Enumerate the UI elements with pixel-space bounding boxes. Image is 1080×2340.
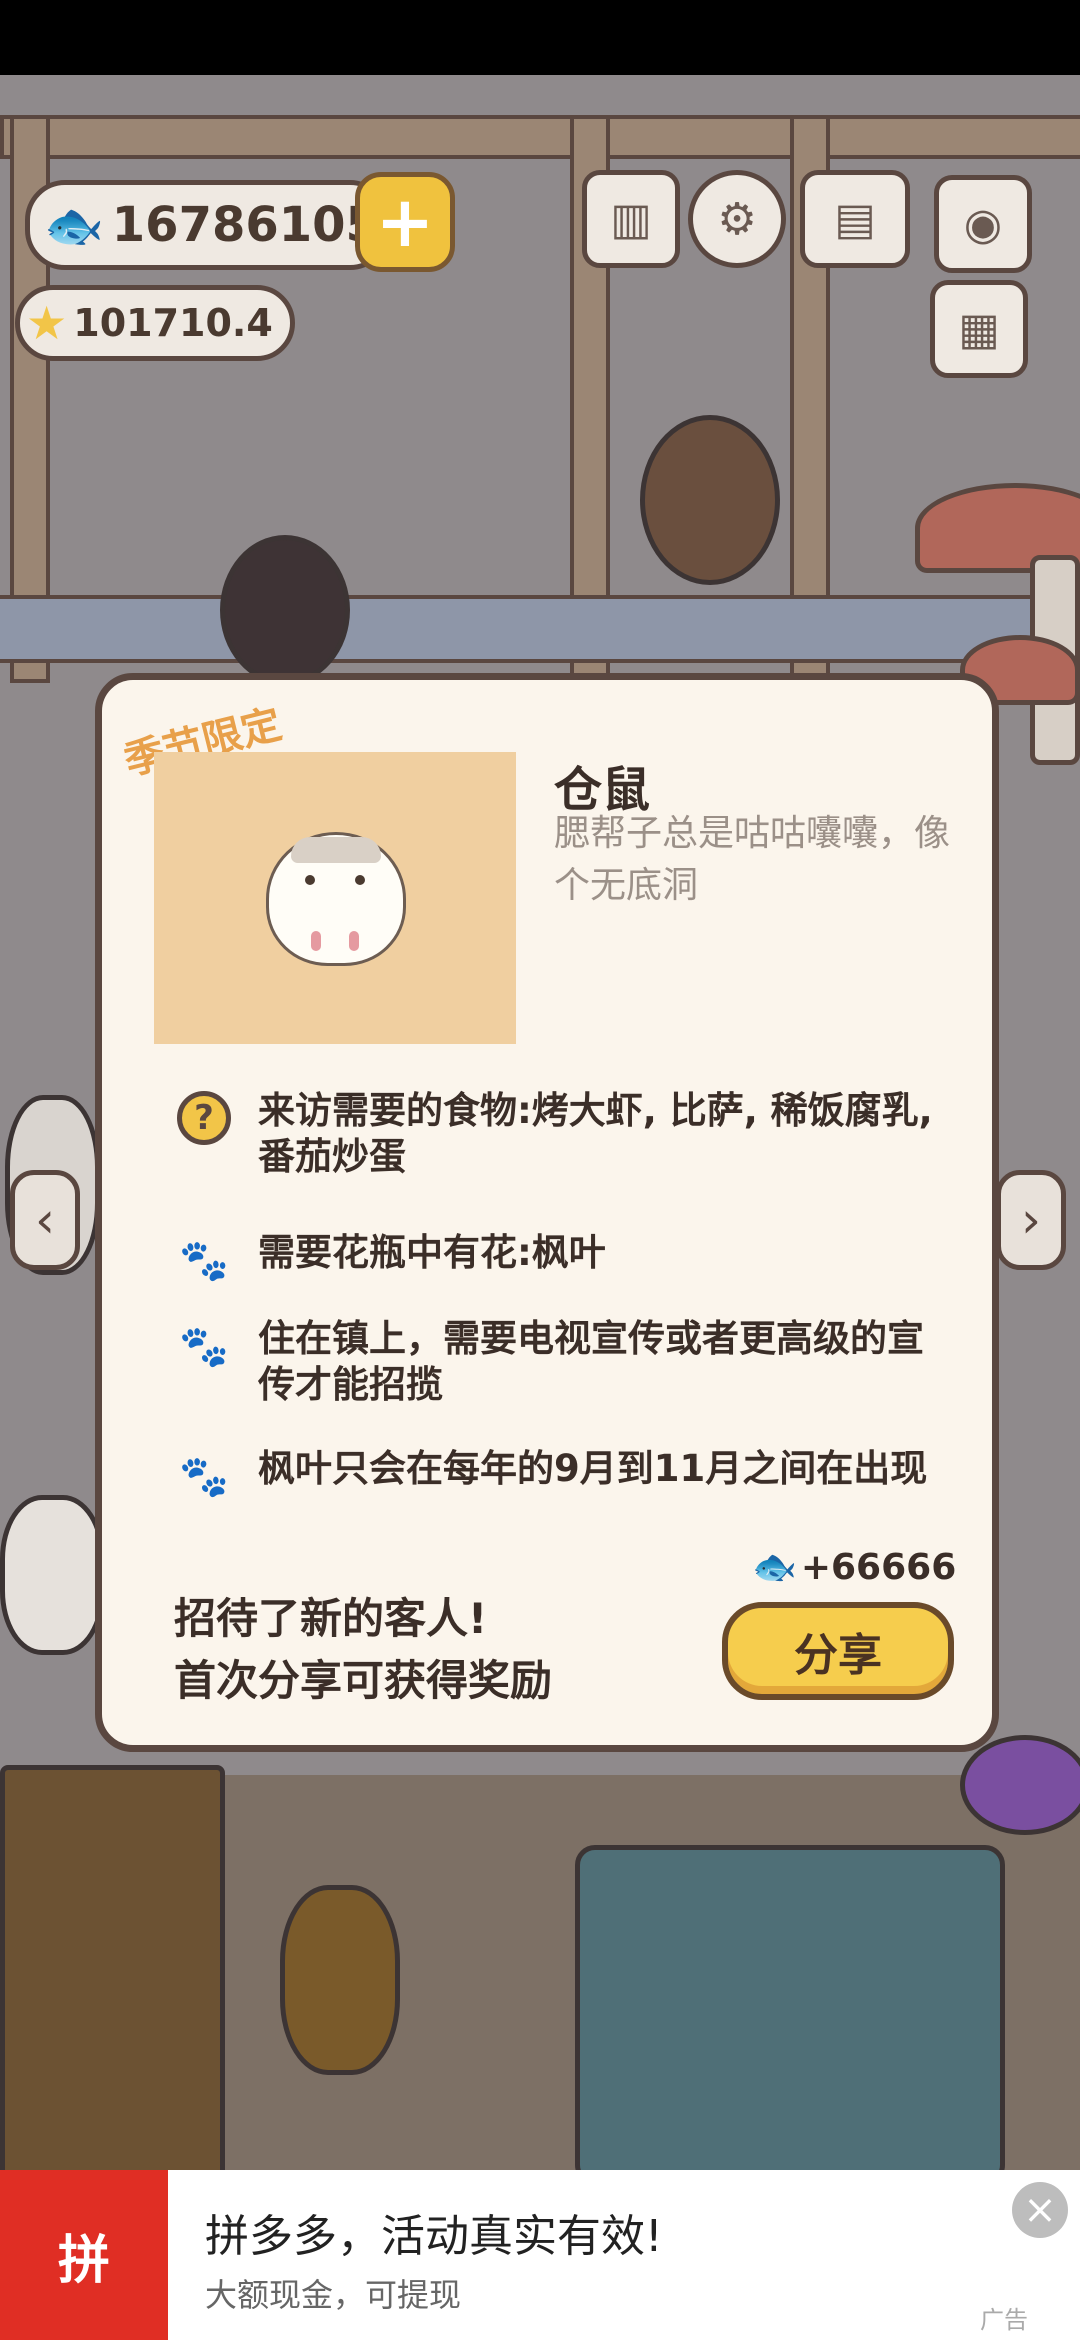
star-currency: ★ 101710.4 <box>15 285 295 361</box>
ranking-icon: ▥ <box>610 193 652 245</box>
guest-info-card: 季节限定 仓鼠 腮帮子总是咕咕囔囔，像个无底洞 ? 来访需要的食物:烤大虾, 比… <box>95 673 999 1752</box>
paw-icon: 🐾 <box>179 1323 229 1370</box>
camera-icon: ◉ <box>963 198 1003 250</box>
share-reward: 🐟 +66666 <box>752 1546 957 1589</box>
ad-title: 拼多多，活动真实有效! <box>205 2211 663 2262</box>
album-book-icon: ▤ <box>834 193 876 245</box>
requirement-text: 需要花瓶中有花:枫叶 <box>258 1231 606 1274</box>
ad-tag: 广告 <box>980 2306 1028 2334</box>
camera-button[interactable]: ◉ <box>934 175 1032 273</box>
newspaper-icon: ▦ <box>958 303 1000 355</box>
paw-icon: 🐾 <box>179 1237 229 1284</box>
reward-amount: +66666 <box>800 1546 957 1588</box>
next-arrow-button[interactable]: › <box>996 1170 1066 1270</box>
ad-banner[interactable]: 拼 拼多多，活动真实有效! 大额现金，可提现 × 广告 <box>0 2170 1080 2340</box>
otter-guest[interactable] <box>640 415 780 585</box>
ranking-button[interactable]: ▥ <box>582 170 680 268</box>
requirement-food: ? 来访需要的食物:烤大虾, 比萨, 稀饭腐乳, 番茄炒蛋 <box>174 1088 934 1180</box>
status-bar <box>0 0 1080 75</box>
striped-cat-guest[interactable] <box>280 1885 400 2075</box>
fish-icon: 🐟 <box>752 1547 797 1588</box>
add-currency-button[interactable]: + <box>355 172 455 272</box>
wall-band <box>0 595 1080 663</box>
star-icon: ★ <box>26 296 68 350</box>
ceiling-beam <box>0 115 1080 159</box>
requirement-text: 住在镇上，需要电视宣传或者更高级的宣传才能招揽 <box>258 1317 924 1406</box>
requirement-text: 枫叶只会在每年的9月到11月之间在出现 <box>258 1447 928 1490</box>
question-icon: ? <box>177 1091 231 1145</box>
tea-table[interactable] <box>575 1845 1005 2170</box>
close-icon: × <box>1023 2187 1057 2233</box>
requirement-text: 来访需要的食物:烤大虾, 比萨, 稀饭腐乳, 番茄炒蛋 <box>258 1089 933 1178</box>
share-hint: 招待了新的客人! 首次分享可获得奖励 <box>174 1588 552 1712</box>
star-count: 101710.4 <box>73 301 273 345</box>
settings-gear-icon: ⚙ <box>717 193 757 245</box>
requirement-flower: 🐾 需要花瓶中有花:枫叶 <box>174 1230 934 1290</box>
requirement-season: 🐾 枫叶只会在每年的9月到11月之间在出现 <box>174 1446 934 1506</box>
chevron-right-icon: › <box>1021 1191 1041 1249</box>
drink-shelf[interactable] <box>0 1765 225 2170</box>
guest-description: 腮帮子总是咕咕囔囔，像个无底洞 <box>554 813 951 906</box>
requirement-promotion: 🐾 住在镇上，需要电视宣传或者更高级的宣传才能招揽 <box>174 1316 934 1408</box>
plus-icon: + <box>375 181 435 263</box>
fish-count: 16786105 <box>111 197 379 253</box>
hamster-icon <box>266 832 406 966</box>
prev-arrow-button[interactable]: ‹ <box>10 1170 80 1270</box>
settings-button[interactable]: ⚙ <box>688 170 786 268</box>
album-button[interactable]: ▤ <box>800 170 910 268</box>
black-cat-guest[interactable] <box>220 535 350 685</box>
chevron-left-icon: ‹ <box>35 1191 55 1249</box>
ad-close-button[interactable]: × <box>1012 2182 1068 2238</box>
fish-currency: 🐟 16786105 <box>25 180 390 270</box>
guest-portrait <box>154 752 516 1044</box>
pinduoduo-logo-icon: 拼 <box>0 2170 168 2340</box>
hint-line-1: 招待了新的客人! <box>174 1594 488 1643</box>
hint-line-2: 首次分享可获得奖励 <box>174 1656 553 1705</box>
ad-subtitle: 大额现金，可提现 <box>205 2276 462 2314</box>
paw-icon: 🐾 <box>179 1453 229 1500</box>
husky-guest[interactable] <box>0 1495 105 1655</box>
cheshire-cat-guest[interactable] <box>960 1735 1080 1835</box>
share-button[interactable]: 分享 <box>722 1602 954 1700</box>
newspaper-button[interactable]: ▦ <box>930 280 1028 378</box>
fish-icon: 🐟 <box>44 197 104 254</box>
